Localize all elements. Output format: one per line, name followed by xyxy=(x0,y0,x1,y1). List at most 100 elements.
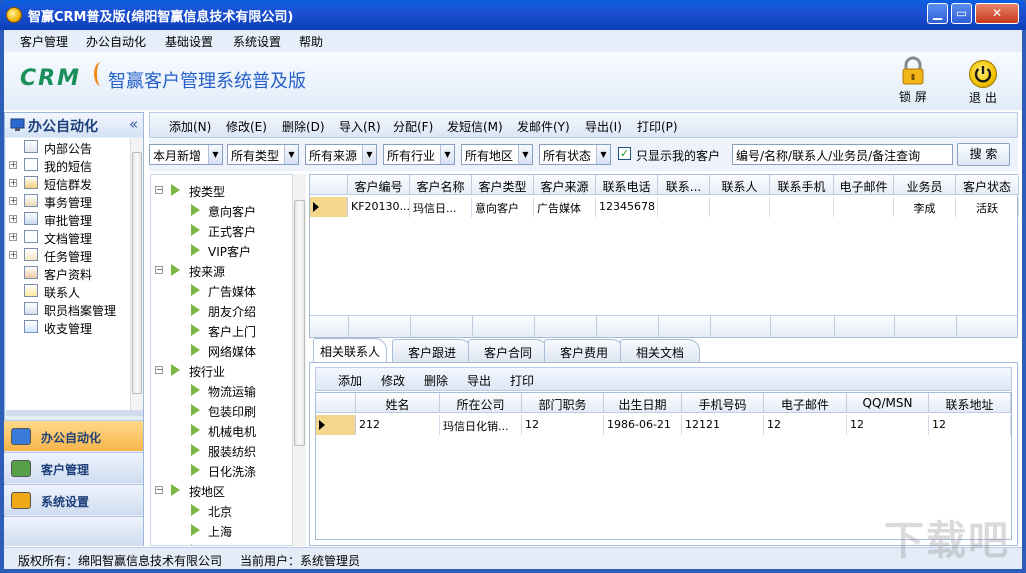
category-tree-item[interactable]: 朋友介绍 xyxy=(151,301,291,319)
category-tree-item[interactable]: − 按来源 xyxy=(151,261,291,279)
toolbar-button[interactable]: 分配(F) xyxy=(393,118,433,135)
filter-dropdown[interactable]: 所有地区 ▼ xyxy=(461,144,533,165)
grid-cell[interactable] xyxy=(770,197,834,217)
sidebar-item[interactable]: 联系人 xyxy=(6,282,130,300)
maximize-button[interactable]: ▭ xyxy=(951,3,972,24)
detail-toolbar-button[interactable]: 打印 xyxy=(510,372,534,389)
grid-cell[interactable]: 12 xyxy=(929,415,1011,435)
category-tree-item[interactable]: 网络媒体 xyxy=(151,341,291,359)
category-tree-scrollbar[interactable] xyxy=(292,174,306,546)
grid-cell[interactable] xyxy=(834,197,894,217)
sidebar-scrollbar[interactable] xyxy=(130,138,143,410)
sidebar-item[interactable]: + 审批管理 xyxy=(6,210,130,228)
detail-tab[interactable]: 相关文档 xyxy=(620,339,700,362)
grid-cell[interactable]: 广告媒体 xyxy=(534,197,596,217)
grid-column-header[interactable]: 电子邮件 xyxy=(764,393,847,413)
module-button[interactable]: 系统设置 xyxy=(4,484,143,515)
grid-column-header[interactable]: 客户状态 xyxy=(956,175,1019,195)
grid-cell[interactable]: 意向客户 xyxy=(472,197,534,217)
category-tree-item[interactable]: 服装纺织 xyxy=(151,441,291,459)
grid-column-header[interactable]: 出生日期 xyxy=(604,393,682,413)
filter-dropdown[interactable]: 所有状态 ▼ xyxy=(539,144,611,165)
grid-cell[interactable]: 212 xyxy=(356,415,440,435)
module-button[interactable]: 办公自动化 xyxy=(4,420,143,451)
lock-icon[interactable] xyxy=(900,56,926,86)
menu-customer[interactable]: 客户管理 xyxy=(20,33,68,50)
detail-toolbar-button[interactable]: 修改 xyxy=(381,372,405,389)
row-selector[interactable] xyxy=(310,197,348,217)
collapse-icon[interactable]: − xyxy=(155,486,163,494)
grid-cell[interactable]: 玛信日化销... xyxy=(440,415,522,435)
category-tree-item[interactable]: VIP客户 xyxy=(151,241,291,259)
grid-column-header[interactable]: QQ/MSN xyxy=(847,393,929,413)
expand-icon[interactable]: + xyxy=(9,233,17,241)
sidebar-item[interactable]: + 短信群发 xyxy=(6,174,130,192)
expand-icon[interactable]: + xyxy=(9,179,17,187)
detail-toolbar-button[interactable]: 添加 xyxy=(338,372,362,389)
expand-icon[interactable]: + xyxy=(9,215,17,223)
sidebar-item[interactable]: 内部公告 xyxy=(6,138,130,156)
category-tree-item[interactable]: 机械电机 xyxy=(151,421,291,439)
expand-icon[interactable]: + xyxy=(9,197,17,205)
detail-tab[interactable]: 客户跟进 xyxy=(392,339,472,362)
menu-basic-settings[interactable]: 基础设置 xyxy=(165,33,213,50)
detail-toolbar-button[interactable]: 导出 xyxy=(467,372,491,389)
sidebar-item[interactable]: + 文档管理 xyxy=(6,228,130,246)
category-tree-item[interactable]: 日化洗涤 xyxy=(151,461,291,479)
sidebar-item[interactable]: 收支管理 xyxy=(6,318,130,336)
sidebar-item[interactable]: + 事务管理 xyxy=(6,192,130,210)
grid-column-header[interactable]: 所在公司 xyxy=(440,393,522,413)
power-icon[interactable] xyxy=(969,60,997,88)
category-tree-item[interactable]: 正式客户 xyxy=(151,221,291,239)
close-button[interactable]: ✕ xyxy=(975,3,1019,24)
filter-dropdown[interactable]: 所有行业 ▼ xyxy=(383,144,455,165)
collapse-icon[interactable]: − xyxy=(155,366,163,374)
toolbar-button[interactable]: 导出(I) xyxy=(585,118,622,135)
grid-column-header[interactable]: 电子邮件 xyxy=(834,175,894,195)
grid-column-header[interactable]: 联系地址 xyxy=(929,393,1011,413)
collapse-button[interactable]: « xyxy=(129,115,138,133)
sidebar-item[interactable]: 客户资料 xyxy=(6,264,130,282)
toolbar-button[interactable]: 删除(D) xyxy=(282,118,325,135)
minimize-button[interactable]: ▁ xyxy=(927,3,948,24)
toolbar-button[interactable]: 导入(R) xyxy=(339,118,381,135)
grid-cell[interactable]: 玛信日... xyxy=(410,197,472,217)
toolbar-button[interactable]: 发短信(M) xyxy=(447,118,503,135)
module-button[interactable]: 客户管理 xyxy=(4,452,143,483)
grid-cell[interactable]: 12 xyxy=(847,415,929,435)
grid-cell[interactable]: 12121 xyxy=(682,415,764,435)
grid-column-header[interactable]: 联系电话 xyxy=(596,175,658,195)
grid-column-header[interactable]: 部门职务 xyxy=(522,393,604,413)
menu-system-settings[interactable]: 系统设置 xyxy=(233,33,281,50)
collapse-icon[interactable]: − xyxy=(155,186,163,194)
toolbar-button[interactable]: 修改(E) xyxy=(226,118,267,135)
detail-toolbar-button[interactable]: 删除 xyxy=(424,372,448,389)
detail-tab[interactable]: 客户费用 xyxy=(544,339,624,362)
filter-dropdown[interactable]: 所有来源 ▼ xyxy=(305,144,377,165)
expand-icon[interactable]: + xyxy=(9,161,17,169)
detail-tab[interactable]: 相关联系人 xyxy=(313,338,387,363)
category-tree-item[interactable]: 北京 xyxy=(151,501,291,519)
category-tree-item[interactable]: 上海 xyxy=(151,521,291,539)
grid-cell[interactable]: 李成 xyxy=(894,197,956,217)
row-selector[interactable] xyxy=(316,415,356,435)
grid-cell[interactable]: 12345678 xyxy=(596,197,658,217)
title-bar[interactable]: 智赢CRM普及版(绵阳智赢信息技术有限公司) ▁ ▭ ✕ xyxy=(0,0,1026,30)
grid-cell[interactable]: 1986-06-21 xyxy=(604,415,682,435)
sidebar-item[interactable]: + 我的短信 xyxy=(6,156,130,174)
category-tree-item[interactable]: 广告媒体 xyxy=(151,281,291,299)
category-tree-item[interactable]: 广东 xyxy=(151,541,291,545)
grid-cell[interactable]: 12 xyxy=(522,415,604,435)
only-mine-checkbox[interactable]: ✓ xyxy=(618,147,631,160)
exit-label[interactable]: 退 出 xyxy=(969,89,997,106)
category-tree-item[interactable]: − 按行业 xyxy=(151,361,291,379)
grid-column-header[interactable]: 联系手机 xyxy=(770,175,834,195)
category-tree-item[interactable]: − 按地区 xyxy=(151,481,291,499)
sidebar-item[interactable]: 职员档案管理 xyxy=(6,300,130,318)
menu-help[interactable]: 帮助 xyxy=(299,33,323,50)
grid-column-header[interactable]: 联系... xyxy=(658,175,710,195)
toolbar-button[interactable]: 添加(N) xyxy=(169,118,211,135)
sidebar-item[interactable]: + 任务管理 xyxy=(6,246,130,264)
category-tree-item[interactable]: 包装印刷 xyxy=(151,401,291,419)
grid-column-header[interactable]: 客户编号 xyxy=(348,175,410,195)
